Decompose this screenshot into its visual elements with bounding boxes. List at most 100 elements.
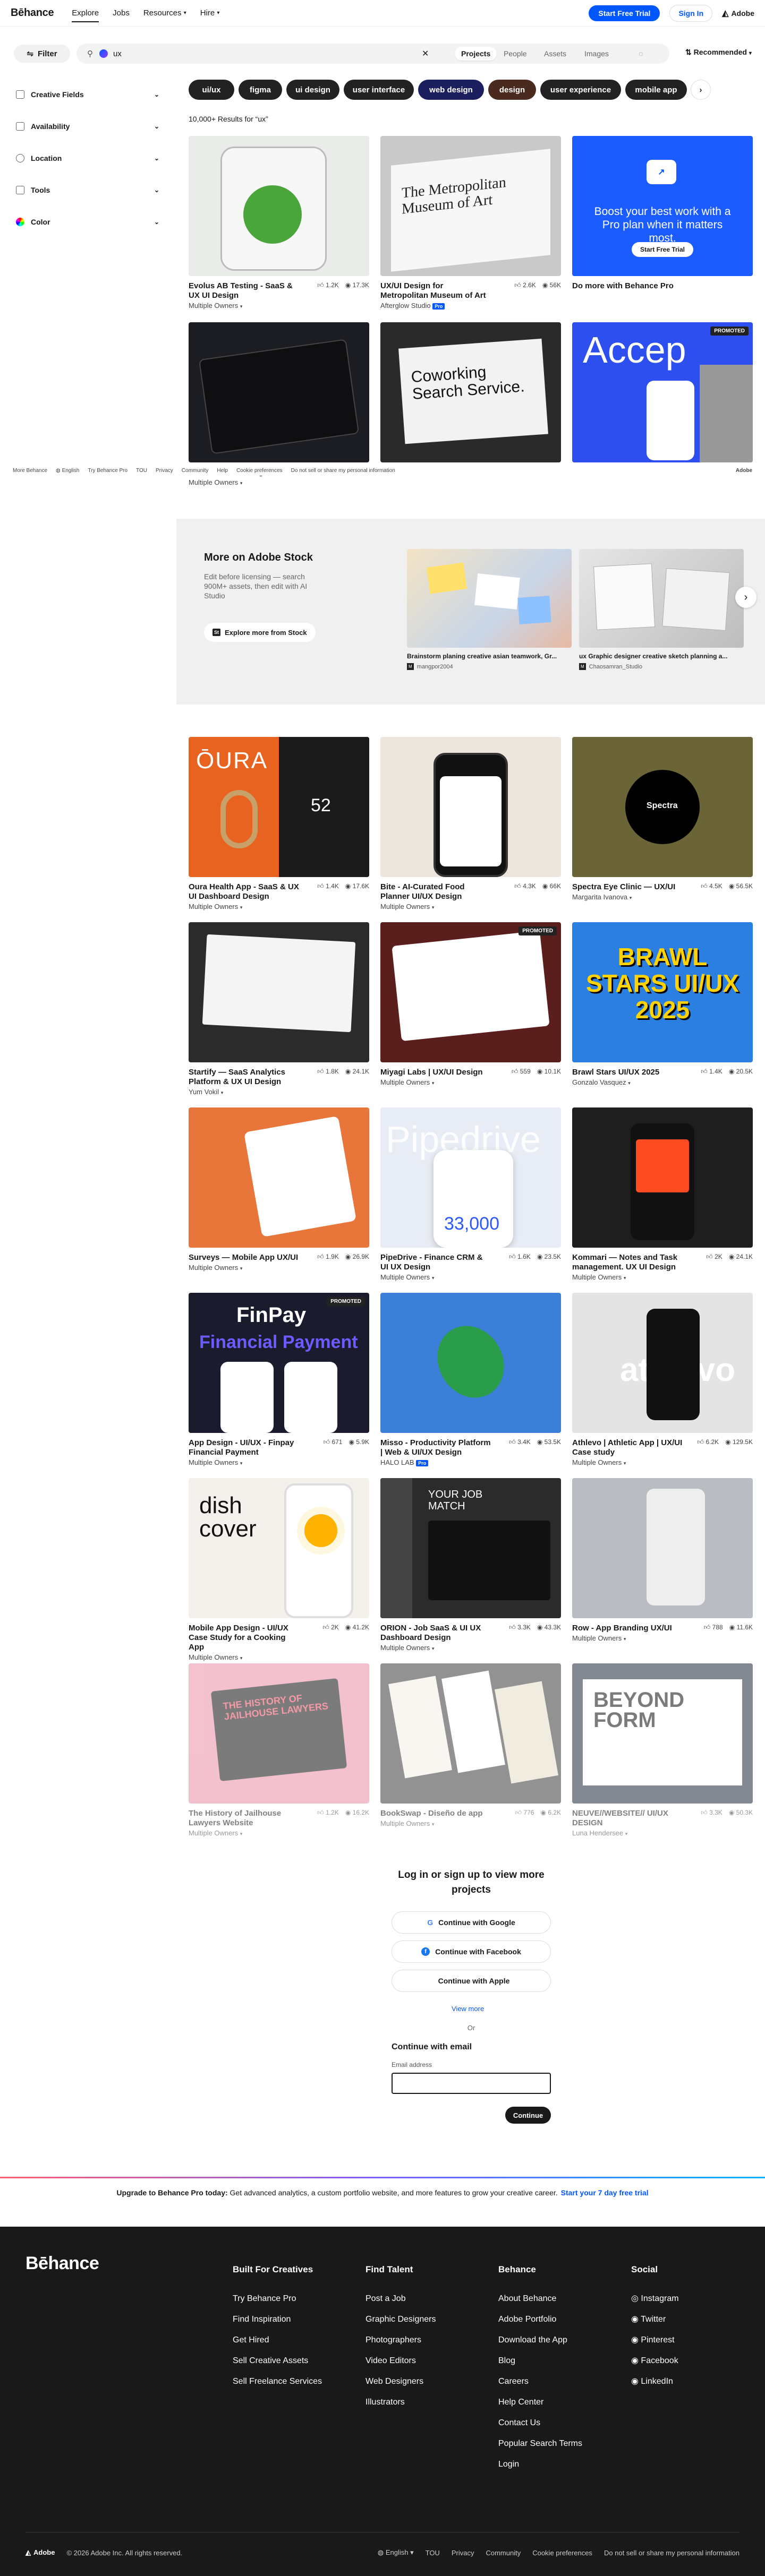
project-thumbnail[interactable]: Spectra <box>572 737 753 877</box>
footer-link[interactable]: Illustrators <box>366 2392 436 2412</box>
project-thumbnail[interactable]: ŌURA 52 <box>189 737 369 877</box>
minifoot-try-pro[interactable]: Try Behance Pro <box>88 468 128 474</box>
tab-people[interactable]: People <box>497 47 533 61</box>
footer-link[interactable]: Help Center <box>498 2392 582 2412</box>
project-card[interactable]: Row - App Branding UX/UI Multiple Owners … <box>572 1478 753 1642</box>
minifoot-more-behance[interactable]: More Behance <box>13 468 47 474</box>
footer-social-pinterest[interactable]: ◉ Pinterest <box>631 2330 679 2350</box>
footer-link[interactable]: Photographers <box>366 2330 436 2350</box>
project-card[interactable]: PROMOTED Miyagi Labs | UX/UI Design Multip… <box>380 922 561 1086</box>
project-thumbnail[interactable] <box>572 1478 753 1618</box>
project-thumbnail[interactable]: Accep PROMOTED <box>572 322 753 462</box>
footer-social-facebook[interactable]: ◉ Facebook <box>631 2350 679 2371</box>
project-owner[interactable]: Multiple Owners ▾ <box>189 1829 369 1837</box>
project-title[interactable]: ORION - Job SaaS & UI UX Dashboard Desig… <box>380 1624 492 1643</box>
project-card[interactable]: Evolus AB Testing - SaaS & UX UI Design M… <box>189 136 369 310</box>
project-title[interactable]: The History of Jailhouse Lawyers Website <box>189 1809 300 1828</box>
tag-chip[interactable]: ui design <box>286 80 339 100</box>
footer-link[interactable]: Video Editors <box>366 2350 436 2371</box>
footer-do-not-sell[interactable]: Do not sell or share my personal informa… <box>604 2549 740 2557</box>
stock-image-2-title[interactable]: ux Graphic designer creative sketch plan… <box>579 652 738 660</box>
project-title[interactable]: Oura Health App - SaaS & UX UI Dashboard… <box>189 882 300 901</box>
project-thumbnail[interactable] <box>380 1293 561 1433</box>
footer-link[interactable]: Careers <box>498 2371 582 2392</box>
explore-stock-button[interactable]: St Explore more from Stock <box>204 623 316 642</box>
project-thumbnail[interactable] <box>572 1107 753 1248</box>
tab-images[interactable]: Images <box>578 47 615 61</box>
project-owner[interactable]: Multiple Owners ▾ <box>189 302 369 310</box>
stock-image-1-author-row[interactable]: Mmangpor2004 <box>407 663 453 670</box>
tag-chip[interactable]: mobile app <box>625 80 687 100</box>
project-card[interactable]: Surveys — Mobile App UX/UI Multiple Owner… <box>189 1107 369 1272</box>
project-owner[interactable]: Afterglow Studio Pro <box>380 302 561 310</box>
project-title[interactable]: App Design - UI/UX - Finpay Financial Pa… <box>189 1438 300 1457</box>
project-thumbnail[interactable]: YOUR JOB MATCH <box>380 1478 561 1618</box>
project-owner[interactable]: Multiple Owners ▾ <box>572 1458 753 1466</box>
project-card[interactable]: Kommari — Notes and Task management. UX … <box>572 1107 753 1281</box>
sidebar-item-creative-fields[interactable]: Creative Fields ⌄ <box>16 87 159 102</box>
project-owner[interactable]: Multiple Owners ▾ <box>572 1273 753 1281</box>
tag-chip[interactable]: design <box>488 80 536 100</box>
project-thumbnail[interactable]: Pipedrive 33,000 <box>380 1107 561 1248</box>
footer-link[interactable]: Login <box>498 2454 582 2475</box>
minifoot-language[interactable]: ◍ English <box>56 468 79 474</box>
project-thumbnail[interactable] <box>189 1107 369 1248</box>
sidebar-item-availability[interactable]: Availability ⌄ <box>16 119 159 134</box>
sidebar-item-location[interactable]: Location ⌄ <box>16 151 159 166</box>
project-title[interactable]: Do more with Behance Pro <box>572 281 684 291</box>
tag-chip[interactable]: user experience <box>540 80 621 100</box>
project-title[interactable]: Athlevo | Athletic App | UX/UI Case stud… <box>572 1438 684 1457</box>
footer-social-instagram[interactable]: ◎ Instagram <box>631 2288 679 2309</box>
sort-dropdown[interactable]: ⇅ Recommended ▾ <box>685 48 752 57</box>
project-thumbnail[interactable]: Coworking Search Service. <box>380 322 561 462</box>
project-title[interactable]: Startify — SaaS Analytics Platform & UX … <box>189 1068 300 1087</box>
footer-link[interactable]: Find Inspiration <box>233 2309 322 2330</box>
footer-link[interactable]: Try Behance Pro <box>233 2288 322 2309</box>
chevron-right-icon[interactable]: › <box>735 587 756 608</box>
sign-in-button[interactable]: Sign In <box>669 4 713 22</box>
project-card[interactable]: Pipedrive 33,000 PipeDrive - Finance CRM &… <box>380 1107 561 1281</box>
project-owner[interactable]: Multiple Owners ▾ <box>380 903 561 911</box>
project-thumbnail[interactable]: THE HISTORY OF JAILHOUSE LAWYERS <box>189 1663 369 1804</box>
stock-image-2-author-row[interactable]: M Chaosamran_Studio <box>579 663 642 670</box>
project-card[interactable]: dish cover Mobile App Design - UI/UX Case… <box>189 1478 369 1661</box>
project-title[interactable]: NEUVE//WEBSITE// UI/UX DESIGN <box>572 1809 684 1828</box>
project-owner[interactable]: Multiple Owners ▾ <box>189 903 369 911</box>
project-thumbnail[interactable]: BEYOND FORM <box>572 1663 753 1804</box>
start-free-trial-button[interactable]: Start Free Trial <box>589 5 660 21</box>
project-card[interactable]: BEYOND FORM NEUVE//WEBSITE// UI/UX DESIGN… <box>572 1663 753 1837</box>
project-card[interactable]: athlevo Athlevo | Athletic App | UX/UI Ca… <box>572 1293 753 1466</box>
project-owner[interactable]: Margarita Ivanova ▾ <box>572 893 753 901</box>
footer-privacy[interactable]: Privacy <box>452 2549 474 2557</box>
minifoot-do-not-sell[interactable]: Do not sell or share my personal informa… <box>291 468 395 474</box>
project-title[interactable]: Surveys — Mobile App UX/UI <box>189 1253 300 1263</box>
footer-link[interactable]: Contact Us <box>498 2412 582 2433</box>
upgrade-trial-link[interactable]: Start your 7 day free trial <box>561 2188 649 2197</box>
chat-icon[interactable]: ◌ <box>632 47 649 61</box>
project-owner[interactable]: Multiple Owners ▾ <box>572 1634 753 1642</box>
footer-link[interactable]: Blog <box>498 2350 582 2371</box>
project-owner[interactable]: Multiple Owners ▾ <box>380 1819 561 1827</box>
nav-hire[interactable]: Hire ▾ <box>200 0 220 27</box>
project-title[interactable]: Bite - AI-Curated Food Planner UI/UX Des… <box>380 882 492 901</box>
email-field[interactable] <box>392 2073 551 2094</box>
project-card[interactable]: Bite - AI-Curated Food Planner UI/UX Des… <box>380 737 561 911</box>
continue-google-button[interactable]: G Continue with Google <box>392 1911 551 1934</box>
project-owner[interactable]: Multiple Owners ▾ <box>189 1653 369 1661</box>
nav-resources[interactable]: Resources ▾ <box>143 0 186 27</box>
footer-link[interactable]: Popular Search Terms <box>498 2433 582 2454</box>
project-title[interactable]: Brawl Stars UI/UX 2025 <box>572 1068 684 1077</box>
project-card[interactable]: Misso - Productivity Platform | Web & UI… <box>380 1293 561 1466</box>
project-card[interactable]: Coworking Search Service.Multiple Owners… <box>380 322 561 476</box>
tab-projects[interactable]: Projects <box>455 47 497 61</box>
project-card[interactable]: Spectra Spectra Eye Clinic — UX/UI Margari… <box>572 737 753 901</box>
project-thumbnail[interactable]: FinPay Financial Payment PROMOTED <box>189 1293 369 1433</box>
project-title[interactable]: UX/UI Design for Metropolitan Museum of … <box>380 281 492 300</box>
project-thumbnail[interactable] <box>380 1663 561 1804</box>
view-more-link[interactable]: View more <box>452 2005 484 2013</box>
chevron-right-icon[interactable]: › <box>691 80 711 100</box>
footer-adobe-logo[interactable]: ◭ Adobe <box>26 2548 55 2557</box>
minifoot-help[interactable]: Help <box>217 468 228 474</box>
stock-image-2[interactable] <box>579 549 744 648</box>
footer-link[interactable]: Sell Creative Assets <box>233 2350 322 2371</box>
